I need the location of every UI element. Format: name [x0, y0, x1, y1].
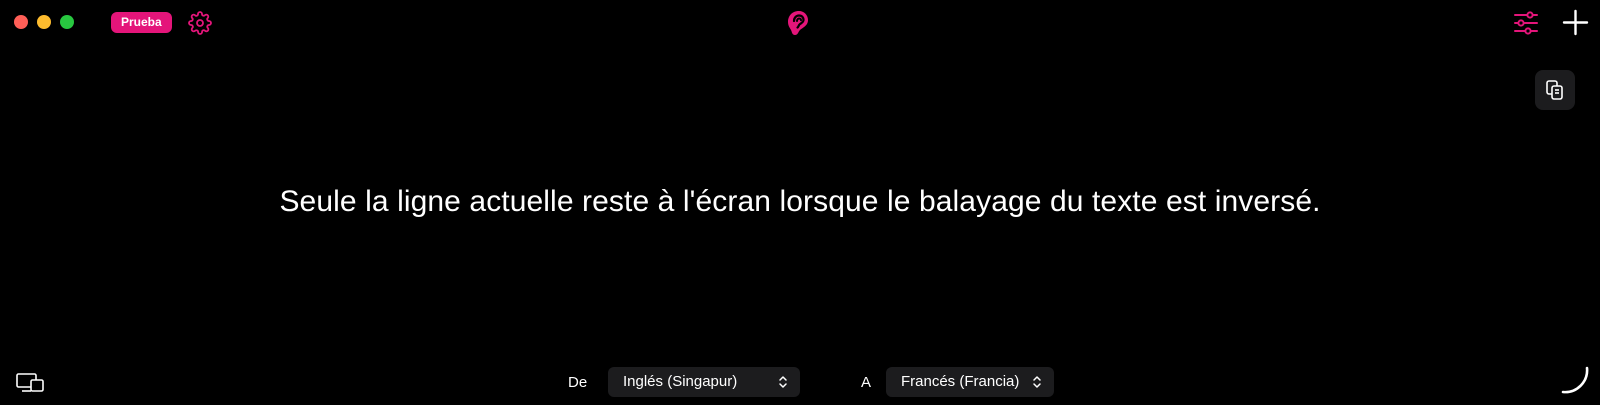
source-language-select[interactable]: Inglés (Singapur) — [608, 367, 800, 397]
copy-icon — [1546, 80, 1563, 100]
window-controls — [14, 15, 74, 29]
chevron-up-down-icon — [1033, 376, 1041, 388]
trial-badge[interactable]: Prueba — [111, 12, 172, 33]
transcript-text: Seule la ligne actuelle reste à l'écran … — [279, 185, 1321, 218]
copy-button[interactable] — [1535, 70, 1575, 110]
sliders-icon[interactable] — [1513, 10, 1539, 36]
language-selector-row: De Inglés (Singapur) A Francés (Francia) — [0, 367, 1600, 397]
maximize-window-button[interactable] — [60, 15, 74, 29]
plus-icon[interactable] — [1562, 9, 1589, 36]
close-window-button[interactable] — [14, 15, 28, 29]
minimize-window-button[interactable] — [37, 15, 51, 29]
target-language-value: Francés (Francia) — [901, 373, 1020, 390]
app-window: Prueba Seule la ligne actuelle reste à l… — [0, 0, 1600, 405]
ear-logo-icon — [788, 11, 808, 35]
source-language-value: Inglés (Singapur) — [623, 373, 738, 390]
activity-spinner-icon — [1561, 366, 1589, 394]
chevron-up-down-icon — [779, 376, 787, 388]
target-language-select[interactable]: Francés (Francia) — [886, 367, 1054, 397]
to-label: A — [861, 374, 872, 391]
gear-icon[interactable] — [188, 11, 212, 35]
from-label: De — [568, 374, 588, 391]
